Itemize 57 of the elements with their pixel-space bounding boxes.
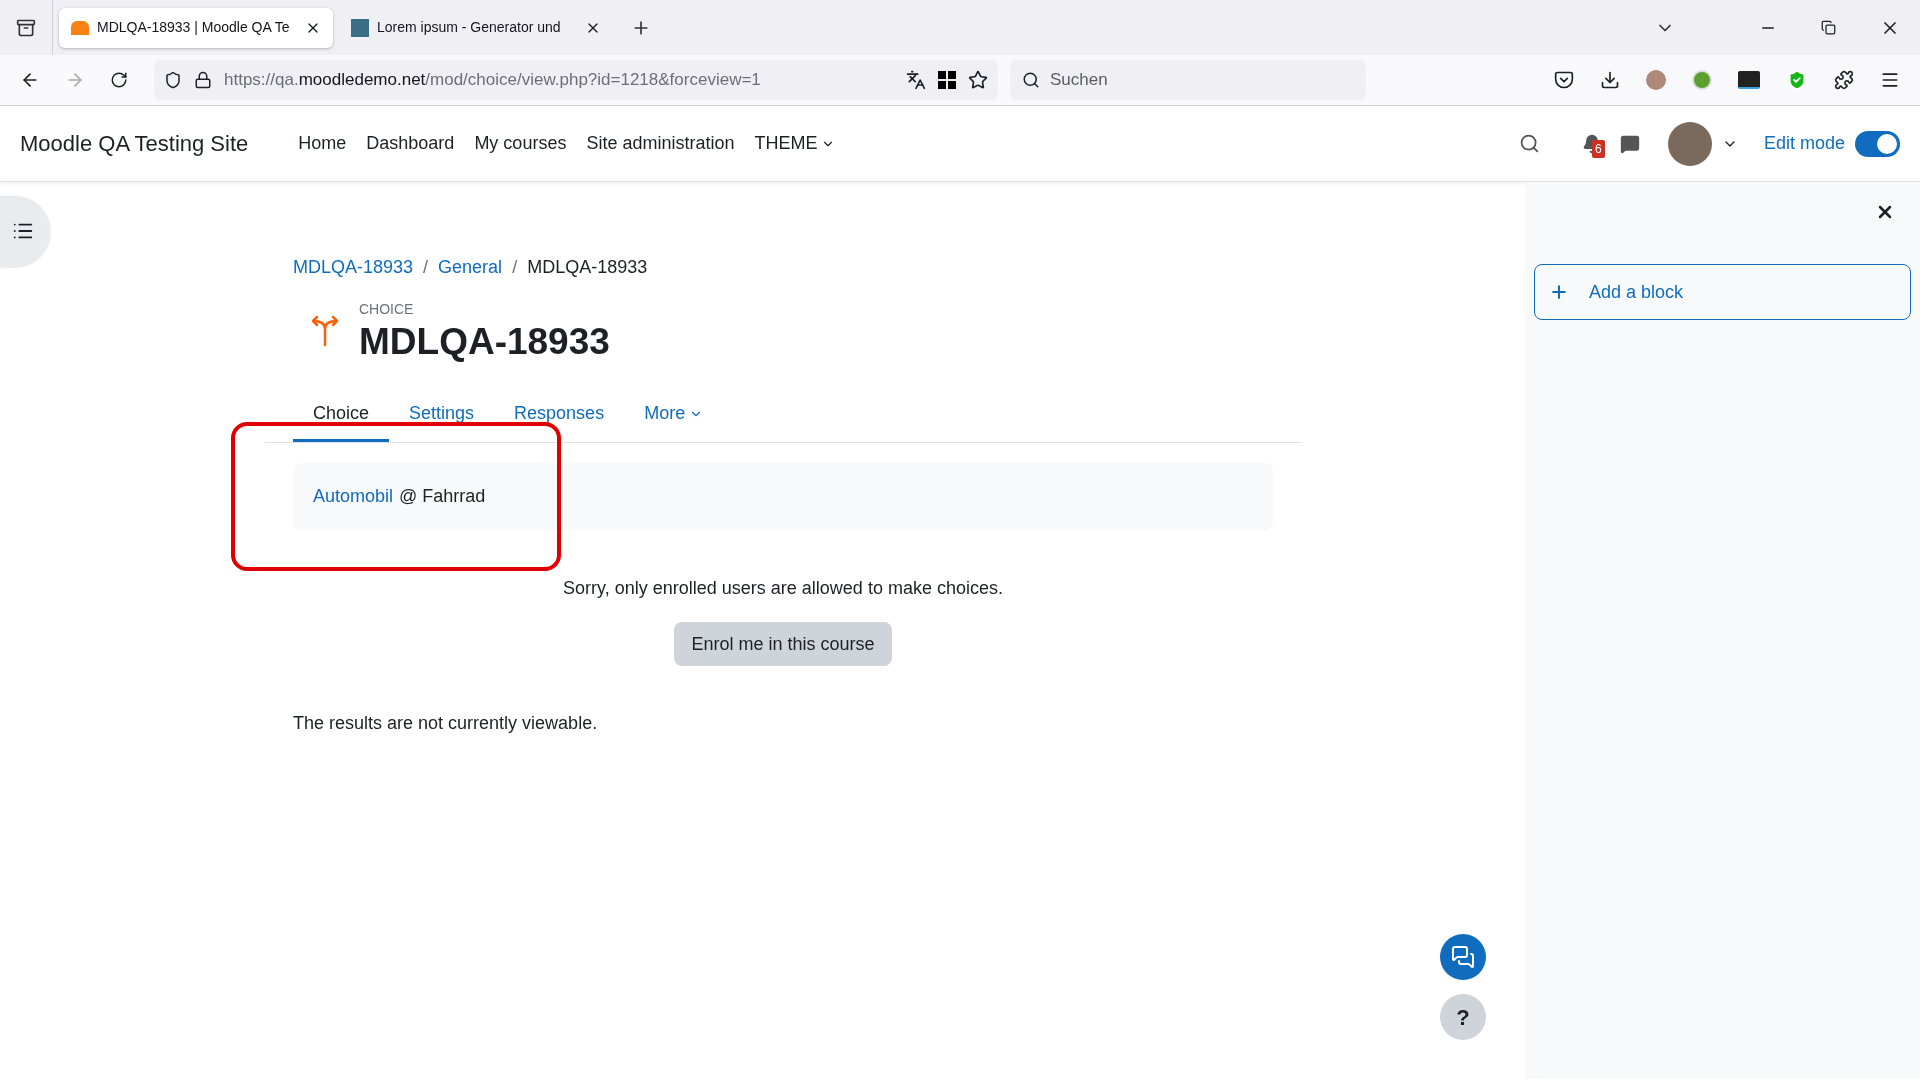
shield-icon (164, 71, 182, 89)
menu-icon[interactable] (1880, 70, 1900, 90)
results-note: The results are not currently viewable. (293, 712, 599, 735)
breadcrumb-separator: / (423, 256, 429, 279)
search-icon[interactable] (1518, 133, 1540, 154)
site-name[interactable]: Moodle QA Testing Site (20, 127, 249, 160)
url-text: https://qa.moodledemo.net/mod/choice/view.php?id=1218&forceview=1 (224, 69, 761, 92)
breadcrumb-item[interactable]: General (438, 254, 503, 281)
nav-link[interactable]: THEME (744, 130, 846, 157)
search-field[interactable]: Suchen (1010, 60, 1366, 100)
lock-icon (194, 71, 212, 89)
tab-list-icon[interactable] (16, 17, 36, 38)
plus-icon (1549, 282, 1569, 302)
nav-link[interactable]: Dashboard (356, 130, 465, 157)
tab-title: MDLQA-18933 | Moodle QA Te (97, 18, 291, 37)
activity-type-label: CHOICE (359, 300, 415, 319)
messages-icon[interactable] (1619, 133, 1640, 154)
pocket-icon[interactable] (1554, 70, 1574, 90)
search-icon (1022, 71, 1040, 89)
edit-mode-switch[interactable] (1855, 130, 1900, 157)
reload-icon[interactable] (110, 71, 128, 89)
chat-bubbles-icon (1451, 945, 1475, 969)
browser-tab[interactable]: MDLQA-18933 | Moodle QA Te (59, 7, 333, 48)
secondary-tab[interactable]: Settings (389, 398, 495, 442)
choice-option-text: @ Fahrrad (399, 485, 486, 508)
enrol-message: Sorry, only enrolled users are allowed to make choices. (562, 577, 1004, 600)
breadcrumb-item: MDLQA-18933 (527, 256, 648, 279)
chat-button[interactable] (1440, 934, 1486, 980)
restore-icon[interactable] (1821, 20, 1836, 35)
extensions-icon[interactable] (1834, 70, 1854, 90)
page-logo-icon (351, 18, 369, 37)
help-button[interactable]: ? (1440, 994, 1486, 1040)
signpost-icon (309, 313, 341, 347)
translate-icon[interactable] (906, 70, 926, 90)
add-block-button[interactable]: Add a block (1534, 264, 1911, 320)
nav-link[interactable]: Site administration (576, 130, 745, 157)
profile-avatar-icon[interactable] (1646, 70, 1666, 90)
page-title: MDLQA-18933 (359, 320, 610, 364)
secondary-tab[interactable]: More (624, 398, 724, 442)
choice-option-link[interactable]: Automobil (313, 483, 394, 510)
browser-tab[interactable]: Lorem ipsum - Generator und (339, 7, 613, 48)
secondary-tab[interactable]: Choice (293, 398, 390, 442)
download-icon[interactable] (1600, 70, 1620, 90)
bookmark-star-icon[interactable] (968, 70, 988, 90)
tab-title: Lorem ipsum - Generator und (377, 18, 562, 37)
qr-code-icon[interactable] (938, 71, 956, 89)
course-index-button[interactable] (0, 196, 50, 266)
breadcrumb-item[interactable]: MDLQA-18933 (293, 254, 414, 281)
address-bar[interactable]: https://qa.moodledemo.net/mod/choice/view.php?id=1218&forceview=1 (154, 60, 998, 100)
notification-button[interactable]: 6 (1581, 133, 1602, 154)
enrol-button[interactable]: Enrol me in this course (674, 622, 892, 666)
shield-check-icon[interactable] (1786, 69, 1808, 91)
nav-link[interactable]: Home (288, 130, 357, 157)
breadcrumb-separator: / (512, 256, 518, 279)
nav-link[interactable]: My courses (464, 130, 577, 157)
edit-mode-label: Edit mode (1763, 132, 1845, 155)
secondary-tab[interactable]: Responses (494, 398, 625, 442)
